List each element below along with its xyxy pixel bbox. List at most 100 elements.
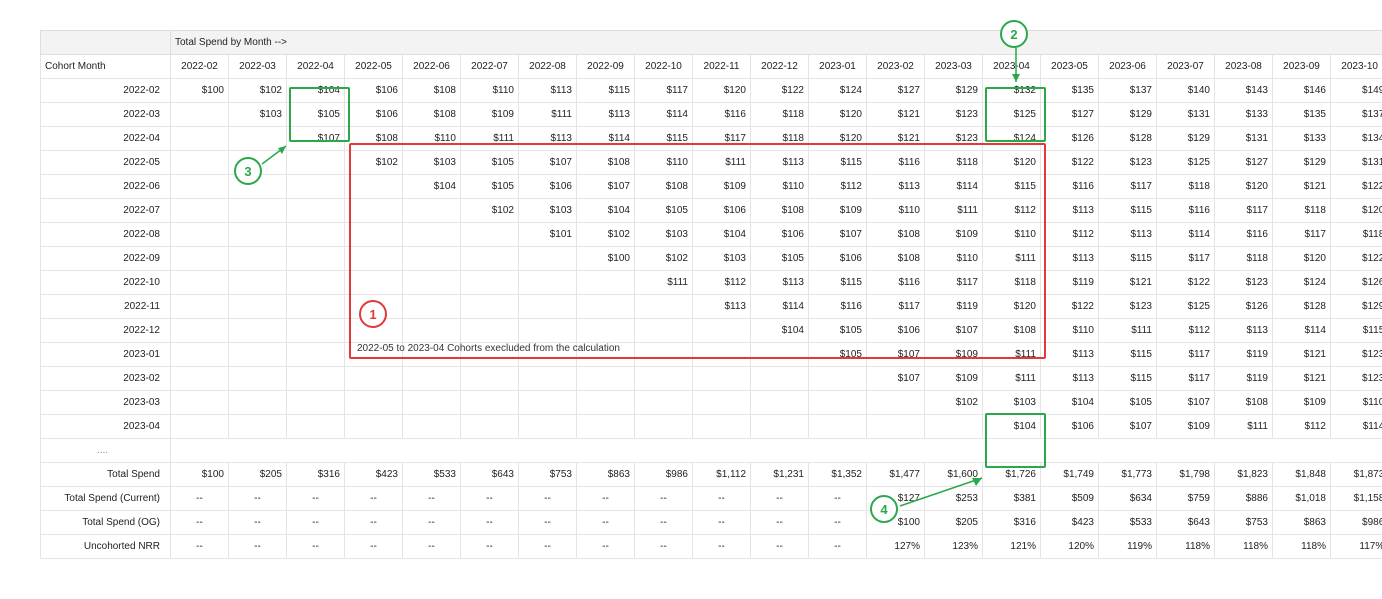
callout-2-label: 2	[1010, 27, 1017, 42]
cell	[461, 415, 519, 439]
cell: $105	[461, 151, 519, 175]
cell: $112	[983, 199, 1041, 223]
cell: $120	[1215, 175, 1273, 199]
month-header: 2023-09	[1273, 55, 1331, 79]
summary-cell: --	[693, 511, 751, 535]
summary-cell: --	[809, 487, 867, 511]
cell: $113	[1041, 343, 1099, 367]
cell: $135	[1041, 79, 1099, 103]
cell: $120	[983, 151, 1041, 175]
cell	[229, 247, 287, 271]
summary-cell: --	[171, 511, 229, 535]
cell: $100	[577, 247, 635, 271]
cohort-table: Total Spend by Month --> Cohort Month 20…	[40, 30, 1382, 559]
cell	[171, 247, 229, 271]
cell	[345, 175, 403, 199]
cell	[693, 343, 751, 367]
cell	[751, 367, 809, 391]
cell: $104	[693, 223, 751, 247]
cell: $111	[1215, 415, 1273, 439]
summary-cell: --	[809, 535, 867, 559]
summary-cell: $100	[171, 463, 229, 487]
cell: $123	[1099, 151, 1157, 175]
cell	[287, 175, 345, 199]
cell: $125	[1157, 295, 1215, 319]
summary-cell: $1,158	[1331, 487, 1382, 511]
summary-cell: $423	[345, 463, 403, 487]
summary-cell: $759	[1157, 487, 1215, 511]
cell: $107	[809, 223, 867, 247]
cell: $109	[693, 175, 751, 199]
cell	[287, 415, 345, 439]
cell: $126	[1331, 271, 1382, 295]
cell: $118	[1157, 175, 1215, 199]
cell: $129	[925, 79, 983, 103]
cell	[171, 103, 229, 127]
cell	[229, 271, 287, 295]
cell: $124	[1273, 271, 1331, 295]
cell	[229, 223, 287, 247]
header-row: Cohort Month 2022-022022-032022-042022-0…	[41, 55, 1382, 79]
cell: $105	[635, 199, 693, 223]
cell	[403, 295, 461, 319]
cell: $114	[1331, 415, 1382, 439]
summary-cell: --	[519, 487, 577, 511]
cell: $103	[983, 391, 1041, 415]
summary-cell: --	[287, 487, 345, 511]
cell	[229, 199, 287, 223]
cell: $114	[751, 295, 809, 319]
month-header: 2022-05	[345, 55, 403, 79]
cohort-body: 2022-02$100$102$104$106$108$110$113$115$…	[41, 79, 1382, 439]
cell: $115	[1099, 343, 1157, 367]
summary-cell: --	[635, 535, 693, 559]
summary-row: Total Spend (OG)------------------------…	[41, 511, 1382, 535]
cell: $111	[519, 103, 577, 127]
cell	[577, 271, 635, 295]
summary-cell: $1,112	[693, 463, 751, 487]
cell: $121	[1273, 175, 1331, 199]
summary-row: Uncohorted NRR------------------------12…	[41, 535, 1382, 559]
cell: $103	[403, 151, 461, 175]
cell	[519, 247, 577, 271]
cell: $118	[1273, 199, 1331, 223]
cohort-label: 2023-03	[41, 391, 171, 415]
summary-cell: $316	[983, 511, 1041, 535]
cell: $104	[287, 79, 345, 103]
cell	[693, 367, 751, 391]
summary-cell: --	[345, 535, 403, 559]
month-header: 2023-07	[1157, 55, 1215, 79]
excluded-note: 2022-05 to 2023-04 Cohorts execluded fro…	[357, 343, 620, 354]
month-header: 2022-10	[635, 55, 693, 79]
cell: $113	[577, 103, 635, 127]
cell	[229, 415, 287, 439]
cell: $149	[1331, 79, 1382, 103]
cell: $113	[519, 127, 577, 151]
cell: $115	[809, 271, 867, 295]
summary-cell: --	[229, 511, 287, 535]
cell	[461, 247, 519, 271]
cell: $112	[693, 271, 751, 295]
summary-cell: $634	[1099, 487, 1157, 511]
cell: $113	[867, 175, 925, 199]
cell: $109	[461, 103, 519, 127]
summary-label: Total Spend (Current)	[41, 487, 171, 511]
cell	[693, 391, 751, 415]
summary-cell: --	[519, 535, 577, 559]
cell: $104	[1041, 391, 1099, 415]
cell	[345, 199, 403, 223]
cell	[287, 223, 345, 247]
cell: $140	[1157, 79, 1215, 103]
cohort-label: 2022-07	[41, 199, 171, 223]
summary-cell: $753	[519, 463, 577, 487]
summary-cell: --	[635, 511, 693, 535]
dots-label: ....	[41, 439, 171, 463]
cell: $117	[1099, 175, 1157, 199]
cell	[751, 415, 809, 439]
summary-cell: --	[403, 535, 461, 559]
cell: $101	[519, 223, 577, 247]
cell: $110	[925, 247, 983, 271]
cell: $109	[809, 199, 867, 223]
cell: $108	[345, 127, 403, 151]
cell: $135	[1273, 103, 1331, 127]
cell	[171, 367, 229, 391]
